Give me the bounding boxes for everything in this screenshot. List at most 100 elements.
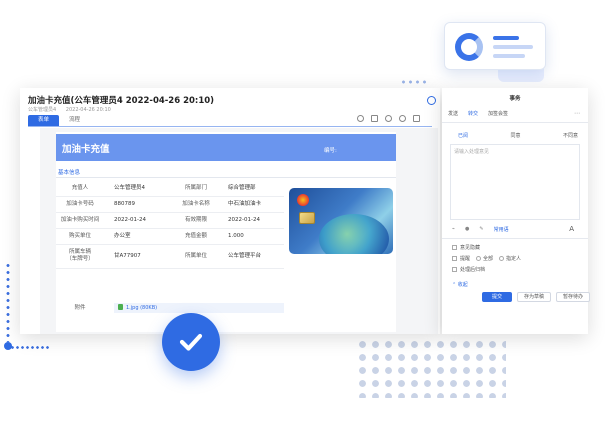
- collapse-link[interactable]: ⌃ 收起: [452, 281, 468, 288]
- search-icon[interactable]: [399, 115, 406, 122]
- power-icon[interactable]: [427, 96, 436, 105]
- tab-process[interactable]: 流程: [59, 115, 90, 126]
- checkbox-box: [452, 267, 457, 272]
- common-phrases-link[interactable]: 常用语: [494, 226, 509, 233]
- field-label: 加油卡号码: [66, 201, 94, 207]
- checkbox-box: [452, 256, 457, 261]
- row-divider: [56, 212, 284, 213]
- opinion-disagree[interactable]: 不同意: [563, 132, 578, 139]
- stage: 加油卡充值(公车管理员4 2022-04-26 20:10) 公车管理员4 20…: [0, 0, 605, 428]
- submit-button[interactable]: 提交: [482, 292, 513, 302]
- decorative-chart-card: [444, 22, 546, 70]
- checkbox-label: 提醒: [460, 256, 471, 262]
- form-header: 加油卡充值 编号:: [56, 134, 396, 161]
- donut-chart-icon: [455, 33, 483, 61]
- form-area: 加油卡充值 编号: 基本信息 充值人 公车管理员4 所属部门 综合管理部 加油卡…: [40, 128, 438, 334]
- checkbox-box: [452, 245, 457, 250]
- card-chip-icon: [299, 212, 315, 224]
- decorative-dots: [10, 346, 50, 349]
- image-file-icon: [118, 304, 123, 310]
- field-label: 加油卡购买时间: [60, 217, 100, 223]
- form-number-label: 编号:: [324, 148, 337, 154]
- field-value: 2022-01-24: [228, 217, 260, 223]
- field-value: 880789: [114, 201, 135, 207]
- decorative-bar: [493, 54, 525, 58]
- form-title: 加油卡充值: [62, 144, 110, 155]
- emoji-icon[interactable]: ●: [465, 226, 469, 233]
- font-size-icon[interactable]: A: [569, 225, 574, 233]
- form-window: 加油卡充值(公车管理员4 2022-04-26 20:10) 公车管理员4 20…: [20, 88, 440, 334]
- section-title: 基本信息: [58, 170, 81, 176]
- attach-icon[interactable]: [385, 115, 392, 122]
- field-label: 附件: [74, 305, 86, 311]
- window-tabs: 表单 流程: [28, 115, 90, 126]
- decorative-dots: [6, 262, 10, 342]
- toolbar: [357, 115, 420, 122]
- panel-divider: [442, 238, 588, 239]
- field-value: 公车管理平台: [228, 253, 262, 259]
- section-divider: [56, 177, 396, 178]
- field-label: 充值金额: [184, 233, 207, 239]
- tab-form[interactable]: 表单: [28, 115, 60, 126]
- history-icon[interactable]: [371, 115, 378, 122]
- more-icon[interactable]: [413, 115, 420, 122]
- row-divider: [56, 228, 284, 229]
- tab-countersign[interactable]: 加签会签: [488, 110, 508, 117]
- panel-title: 事务: [509, 96, 521, 102]
- archive-checkbox[interactable]: 处理后归档: [452, 266, 485, 273]
- collapse-label: 收起: [457, 282, 468, 288]
- decorative-dot: [4, 342, 12, 350]
- opinion-agree[interactable]: 同意: [510, 132, 520, 139]
- card-globe: [319, 214, 389, 254]
- petrochina-logo-icon: [297, 194, 309, 206]
- decorative-dot-grid: [356, 338, 506, 398]
- row-divider: [56, 268, 284, 269]
- attachment-link[interactable]: 1.jpg (80KB): [118, 304, 157, 311]
- decorative-bar: [493, 45, 533, 49]
- radio-all[interactable]: [476, 256, 482, 261]
- checkbox-label: 处理后归档: [460, 267, 486, 273]
- radio-designated[interactable]: [499, 256, 505, 261]
- opinion-input[interactable]: 请输入处理意见: [450, 144, 580, 220]
- row-divider: [56, 196, 284, 197]
- form-sheet: 加油卡充值 编号: 基本信息 充值人 公车管理员4 所属部门 综合管理部 加油卡…: [56, 132, 396, 332]
- hold-pending-button[interactable]: 暂存待办: [556, 292, 591, 302]
- field-label: 所属单位: [184, 253, 207, 259]
- window-subtitle: 公车管理员4 2022-04-26 20:10: [28, 106, 119, 113]
- field-label: 所属部门: [184, 185, 207, 191]
- save-draft-button[interactable]: 存为草稿: [517, 292, 552, 302]
- window-title: 加油卡充值(公车管理员4 2022-04-26 20:10): [28, 96, 215, 106]
- creator-name: 公车管理员4: [28, 107, 57, 113]
- attachment-file[interactable]: 1.jpg (80KB): [114, 303, 284, 313]
- field-value: 1.000: [228, 233, 244, 239]
- hide-opinion-checkbox[interactable]: 意见隐藏: [452, 244, 480, 251]
- fuel-card-image: [289, 188, 393, 254]
- field-value: 办公室: [114, 233, 131, 239]
- field-value: 甘A77907: [114, 253, 141, 259]
- action-buttons: 提交 存为草稿 暂存待办: [482, 292, 591, 302]
- attach-icon[interactable]: ⌁: [452, 226, 455, 233]
- field-label: 购买单位: [68, 233, 91, 239]
- field-value: 中石油加油卡: [228, 201, 262, 207]
- more-icon[interactable]: ⋯: [574, 110, 580, 117]
- opinion-tools: ⌁ ● ✎ 常用语: [452, 226, 509, 233]
- created-time: 2022-04-26 20:10: [65, 107, 111, 113]
- radio-label: 指定人: [506, 256, 522, 262]
- check-mark: [179, 333, 203, 351]
- opinion-read[interactable]: 已阅: [458, 132, 468, 139]
- attachment-name: 1.jpg (80KB): [126, 305, 158, 311]
- tab-transfer[interactable]: 转交: [468, 110, 478, 117]
- opinion-placeholder: 请输入处理意见: [454, 149, 490, 155]
- radio-label: 全部: [483, 256, 494, 262]
- print-icon[interactable]: [357, 115, 364, 122]
- row-divider: [56, 244, 284, 245]
- field-label: 充值人: [71, 185, 89, 191]
- field-value: 2022-01-24: [114, 217, 146, 223]
- remind-checkbox[interactable]: 提醒 全部 指定人: [452, 255, 521, 262]
- panel-tabs: 发送 转交 加签会签: [448, 110, 508, 117]
- tab-send[interactable]: 发送: [448, 110, 458, 117]
- tabs-divider: [28, 126, 432, 127]
- opinion-options: 已阅 同意 不同意: [458, 132, 578, 139]
- checkbox-label: 意见隐藏: [460, 245, 481, 251]
- signature-icon[interactable]: ✎: [479, 226, 483, 233]
